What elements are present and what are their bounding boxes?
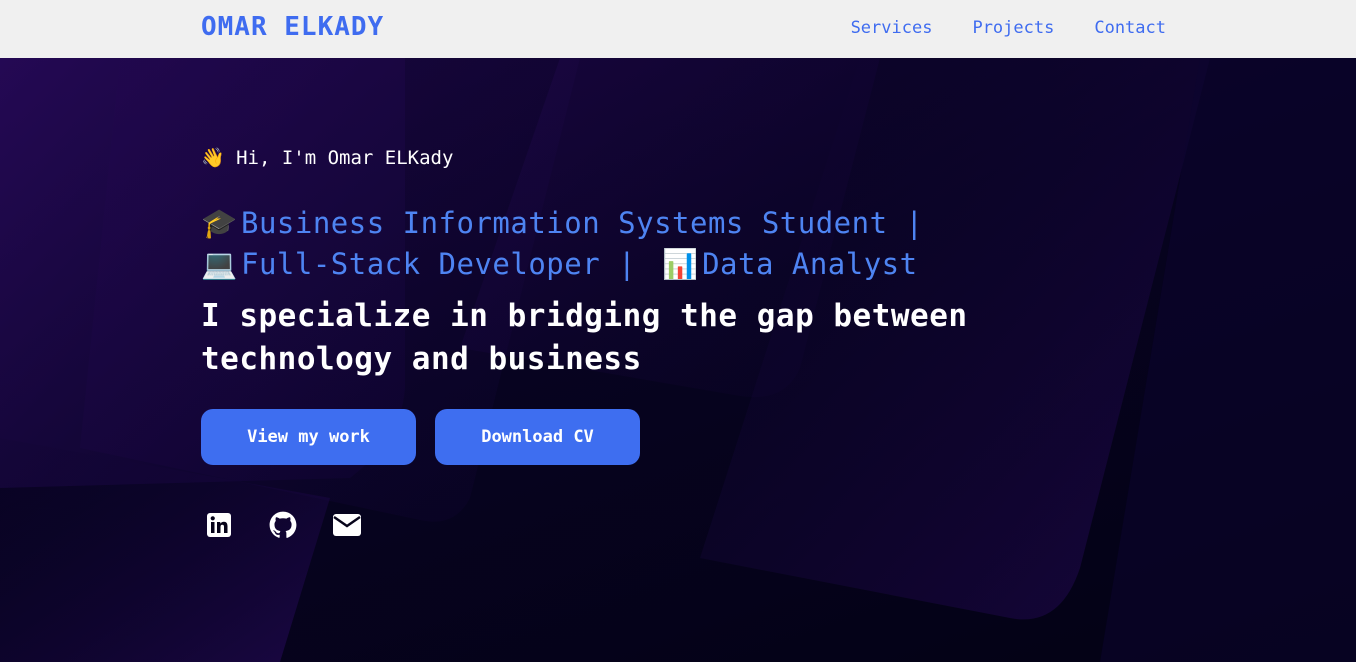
- linkedin-icon[interactable]: [204, 510, 234, 540]
- nav-link-services[interactable]: Services: [851, 18, 933, 38]
- laptop-icon: 💻: [201, 247, 238, 281]
- brand-logo[interactable]: OMAR ELKADY: [201, 12, 384, 42]
- download-cv-button[interactable]: Download CV: [435, 409, 640, 465]
- navbar: OMAR ELKADY Services Projects Contact: [0, 0, 1356, 58]
- email-icon[interactable]: [332, 510, 362, 540]
- role-line-1: 🎓 Business Information Systems Student |: [201, 203, 1021, 244]
- role-text: Business Information Systems Student |: [241, 206, 924, 240]
- role-text: Full-Stack Developer |: [241, 247, 637, 281]
- page: OMAR ELKADY Services Projects Contact 👋 …: [0, 0, 1356, 662]
- role-line-2: 💻 Full-Stack Developer | 📊 Data Analyst: [201, 244, 1021, 285]
- social-links: [204, 510, 362, 540]
- github-icon[interactable]: [268, 510, 298, 540]
- greeting-text: 👋 Hi, I'm Omar ELKady: [201, 147, 454, 169]
- nav-links: Services Projects Contact: [851, 18, 1166, 38]
- tagline: I specialize in bridging the gap between…: [201, 298, 968, 377]
- view-work-button[interactable]: View my work: [201, 409, 416, 465]
- nav-link-projects[interactable]: Projects: [972, 18, 1054, 38]
- graduation-cap-icon: 🎓: [201, 206, 238, 240]
- bar-chart-icon: 📊: [662, 247, 699, 281]
- nav-link-contact[interactable]: Contact: [1094, 18, 1166, 38]
- roles-heading: 🎓 Business Information Systems Student | …: [201, 203, 1021, 285]
- hero-section: 👋 Hi, I'm Omar ELKady 🎓 Business Informat…: [0, 58, 1356, 662]
- role-text: Data Analyst: [702, 247, 918, 281]
